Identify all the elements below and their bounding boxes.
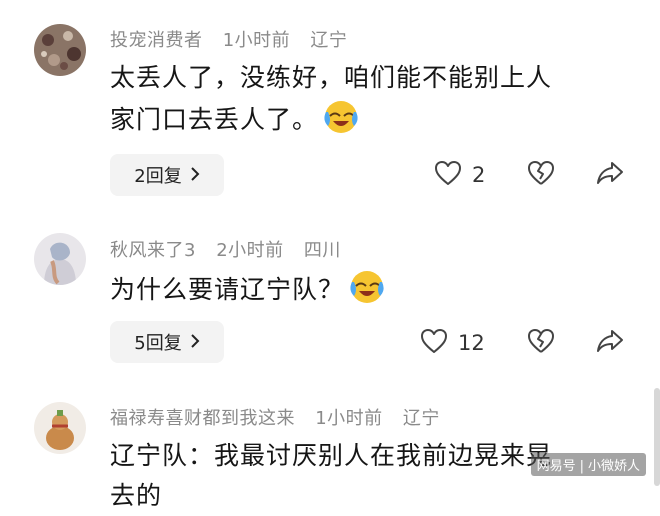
comment-meta: 福禄寿喜财都到我这来 1小时前 辽宁 bbox=[110, 404, 454, 430]
location: 四川 bbox=[303, 240, 341, 261]
comment-meta: 秋风来了3 2小时前 四川 bbox=[110, 236, 355, 262]
share-icon bbox=[596, 160, 624, 190]
heart-icon bbox=[434, 160, 462, 190]
avatar[interactable] bbox=[34, 402, 86, 454]
divider: | bbox=[579, 459, 584, 474]
timestamp: 1小时前 bbox=[315, 408, 383, 429]
share-button[interactable] bbox=[596, 328, 624, 358]
comment-meta: 投宠消费者 1小时前 辽宁 bbox=[110, 26, 361, 52]
broken-heart-icon bbox=[527, 328, 555, 358]
location: 辽宁 bbox=[310, 30, 348, 51]
username[interactable]: 秋风来了3 bbox=[110, 240, 196, 261]
watermark-source: 网易号 bbox=[536, 459, 576, 474]
reply-button[interactable]: 2回复 bbox=[110, 154, 224, 196]
comment-text-line-2: 去的 bbox=[110, 481, 163, 510]
watermark: 网易号 | 小微娇人 bbox=[530, 453, 646, 476]
laughing-crying-emoji-icon bbox=[348, 268, 386, 306]
chevron-right-icon bbox=[190, 165, 200, 186]
laughing-crying-emoji-icon bbox=[322, 98, 360, 136]
comment-text-line: 太丢人了，没练好，咱们能不能别上人 bbox=[110, 63, 553, 92]
like-button[interactable]: 2 bbox=[434, 160, 485, 190]
watermark-author: 小微娇人 bbox=[587, 459, 640, 474]
broken-heart-icon bbox=[527, 160, 555, 190]
reply-button[interactable]: 5回复 bbox=[110, 321, 224, 363]
username[interactable]: 投宠消费者 bbox=[110, 30, 203, 51]
comment-text: 辽宁队：我最讨厌别人在我前边晃来晃 去的 bbox=[110, 436, 630, 516]
dislike-button[interactable] bbox=[527, 160, 555, 190]
scrollbar[interactable] bbox=[654, 388, 660, 486]
timestamp: 1小时前 bbox=[222, 30, 291, 51]
comment-text: 太丢人了，没练好，咱们能不能别上人 家门口去丢人了。 bbox=[110, 58, 630, 140]
timestamp: 2小时前 bbox=[216, 240, 284, 261]
like-count: 12 bbox=[458, 331, 485, 355]
username[interactable]: 福禄寿喜财都到我这来 bbox=[110, 408, 295, 429]
location: 辽宁 bbox=[402, 408, 440, 429]
share-button[interactable] bbox=[596, 160, 624, 190]
avatar[interactable] bbox=[34, 24, 86, 76]
chevron-right-icon bbox=[190, 332, 200, 353]
heart-icon bbox=[420, 328, 448, 358]
dislike-button[interactable] bbox=[527, 328, 555, 358]
avatar[interactable] bbox=[34, 233, 86, 285]
comment-text-line: 为什么要请辽宁队？ bbox=[110, 268, 630, 310]
like-button[interactable]: 12 bbox=[420, 328, 485, 358]
comment-text-line-2: 家门口去丢人了。 bbox=[110, 98, 630, 140]
comment-text: 为什么要请辽宁队？ bbox=[110, 268, 630, 310]
like-count: 2 bbox=[472, 163, 486, 187]
share-icon bbox=[596, 328, 624, 358]
